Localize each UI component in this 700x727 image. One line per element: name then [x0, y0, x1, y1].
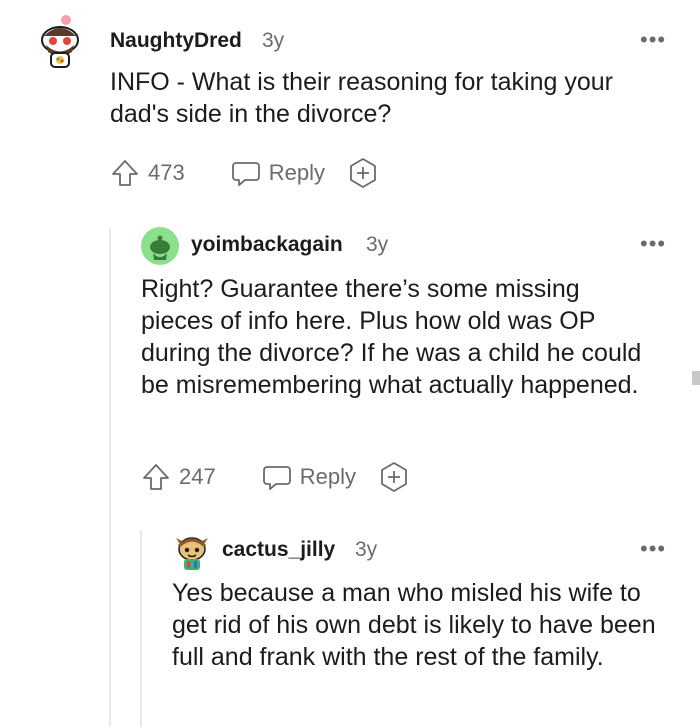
- thread-line-1[interactable]: [109, 228, 111, 727]
- snoo-avatar-icon: [150, 235, 170, 260]
- reply-button[interactable]: Reply: [262, 462, 356, 492]
- comment-age: 3y: [355, 538, 378, 561]
- reply-label: Reply: [299, 464, 356, 489]
- scrollbar-thumb[interactable]: [692, 371, 700, 385]
- award-button[interactable]: [347, 157, 379, 189]
- comment-age: 3y: [366, 233, 389, 256]
- comment-body: INFO - What is their reasoning for takin…: [110, 68, 613, 128]
- reply-button[interactable]: Reply: [231, 158, 325, 188]
- plus-award-icon: [350, 158, 376, 188]
- comment-age: 3y: [262, 29, 285, 52]
- thread-line-2[interactable]: [140, 530, 142, 727]
- username[interactable]: yoimbackagain: [191, 233, 343, 257]
- comment-body: Yes because a man who misled his wife to…: [172, 579, 656, 671]
- snoo-avatar-icon: [41, 15, 79, 68]
- plus-award-icon: [381, 462, 407, 492]
- username[interactable]: cactus_jilly: [222, 538, 335, 562]
- reply-label: Reply: [268, 160, 325, 185]
- comment-actions: 473 Reply: [110, 156, 379, 190]
- upvote-button[interactable]: 473: [110, 158, 185, 188]
- upvote-arrow-icon: [143, 464, 169, 490]
- vote-count: 247: [179, 464, 216, 489]
- upvote-button[interactable]: 247: [141, 462, 216, 492]
- comment-actions: 247 Reply: [141, 460, 410, 494]
- user-avatar[interactable]: [172, 532, 212, 572]
- snoo-avatar-icon: [176, 537, 208, 570]
- user-avatar[interactable]: [38, 14, 82, 68]
- speech-bubble-icon: [262, 466, 291, 490]
- comment-body: Right? Guarantee there’s some missing pi…: [141, 275, 642, 399]
- upvote-arrow-icon: [112, 160, 138, 186]
- more-options-button[interactable]: •••: [640, 29, 666, 51]
- vote-count: 473: [148, 160, 185, 185]
- more-options-button[interactable]: •••: [640, 233, 666, 255]
- award-button[interactable]: [378, 461, 410, 493]
- user-avatar[interactable]: [141, 227, 179, 265]
- username[interactable]: NaughtyDred: [110, 29, 242, 53]
- comment-thread: NaughtyDred 3y ••• INFO - What is their …: [0, 0, 700, 727]
- speech-bubble-icon: [231, 162, 260, 186]
- more-options-button[interactable]: •••: [640, 538, 666, 560]
